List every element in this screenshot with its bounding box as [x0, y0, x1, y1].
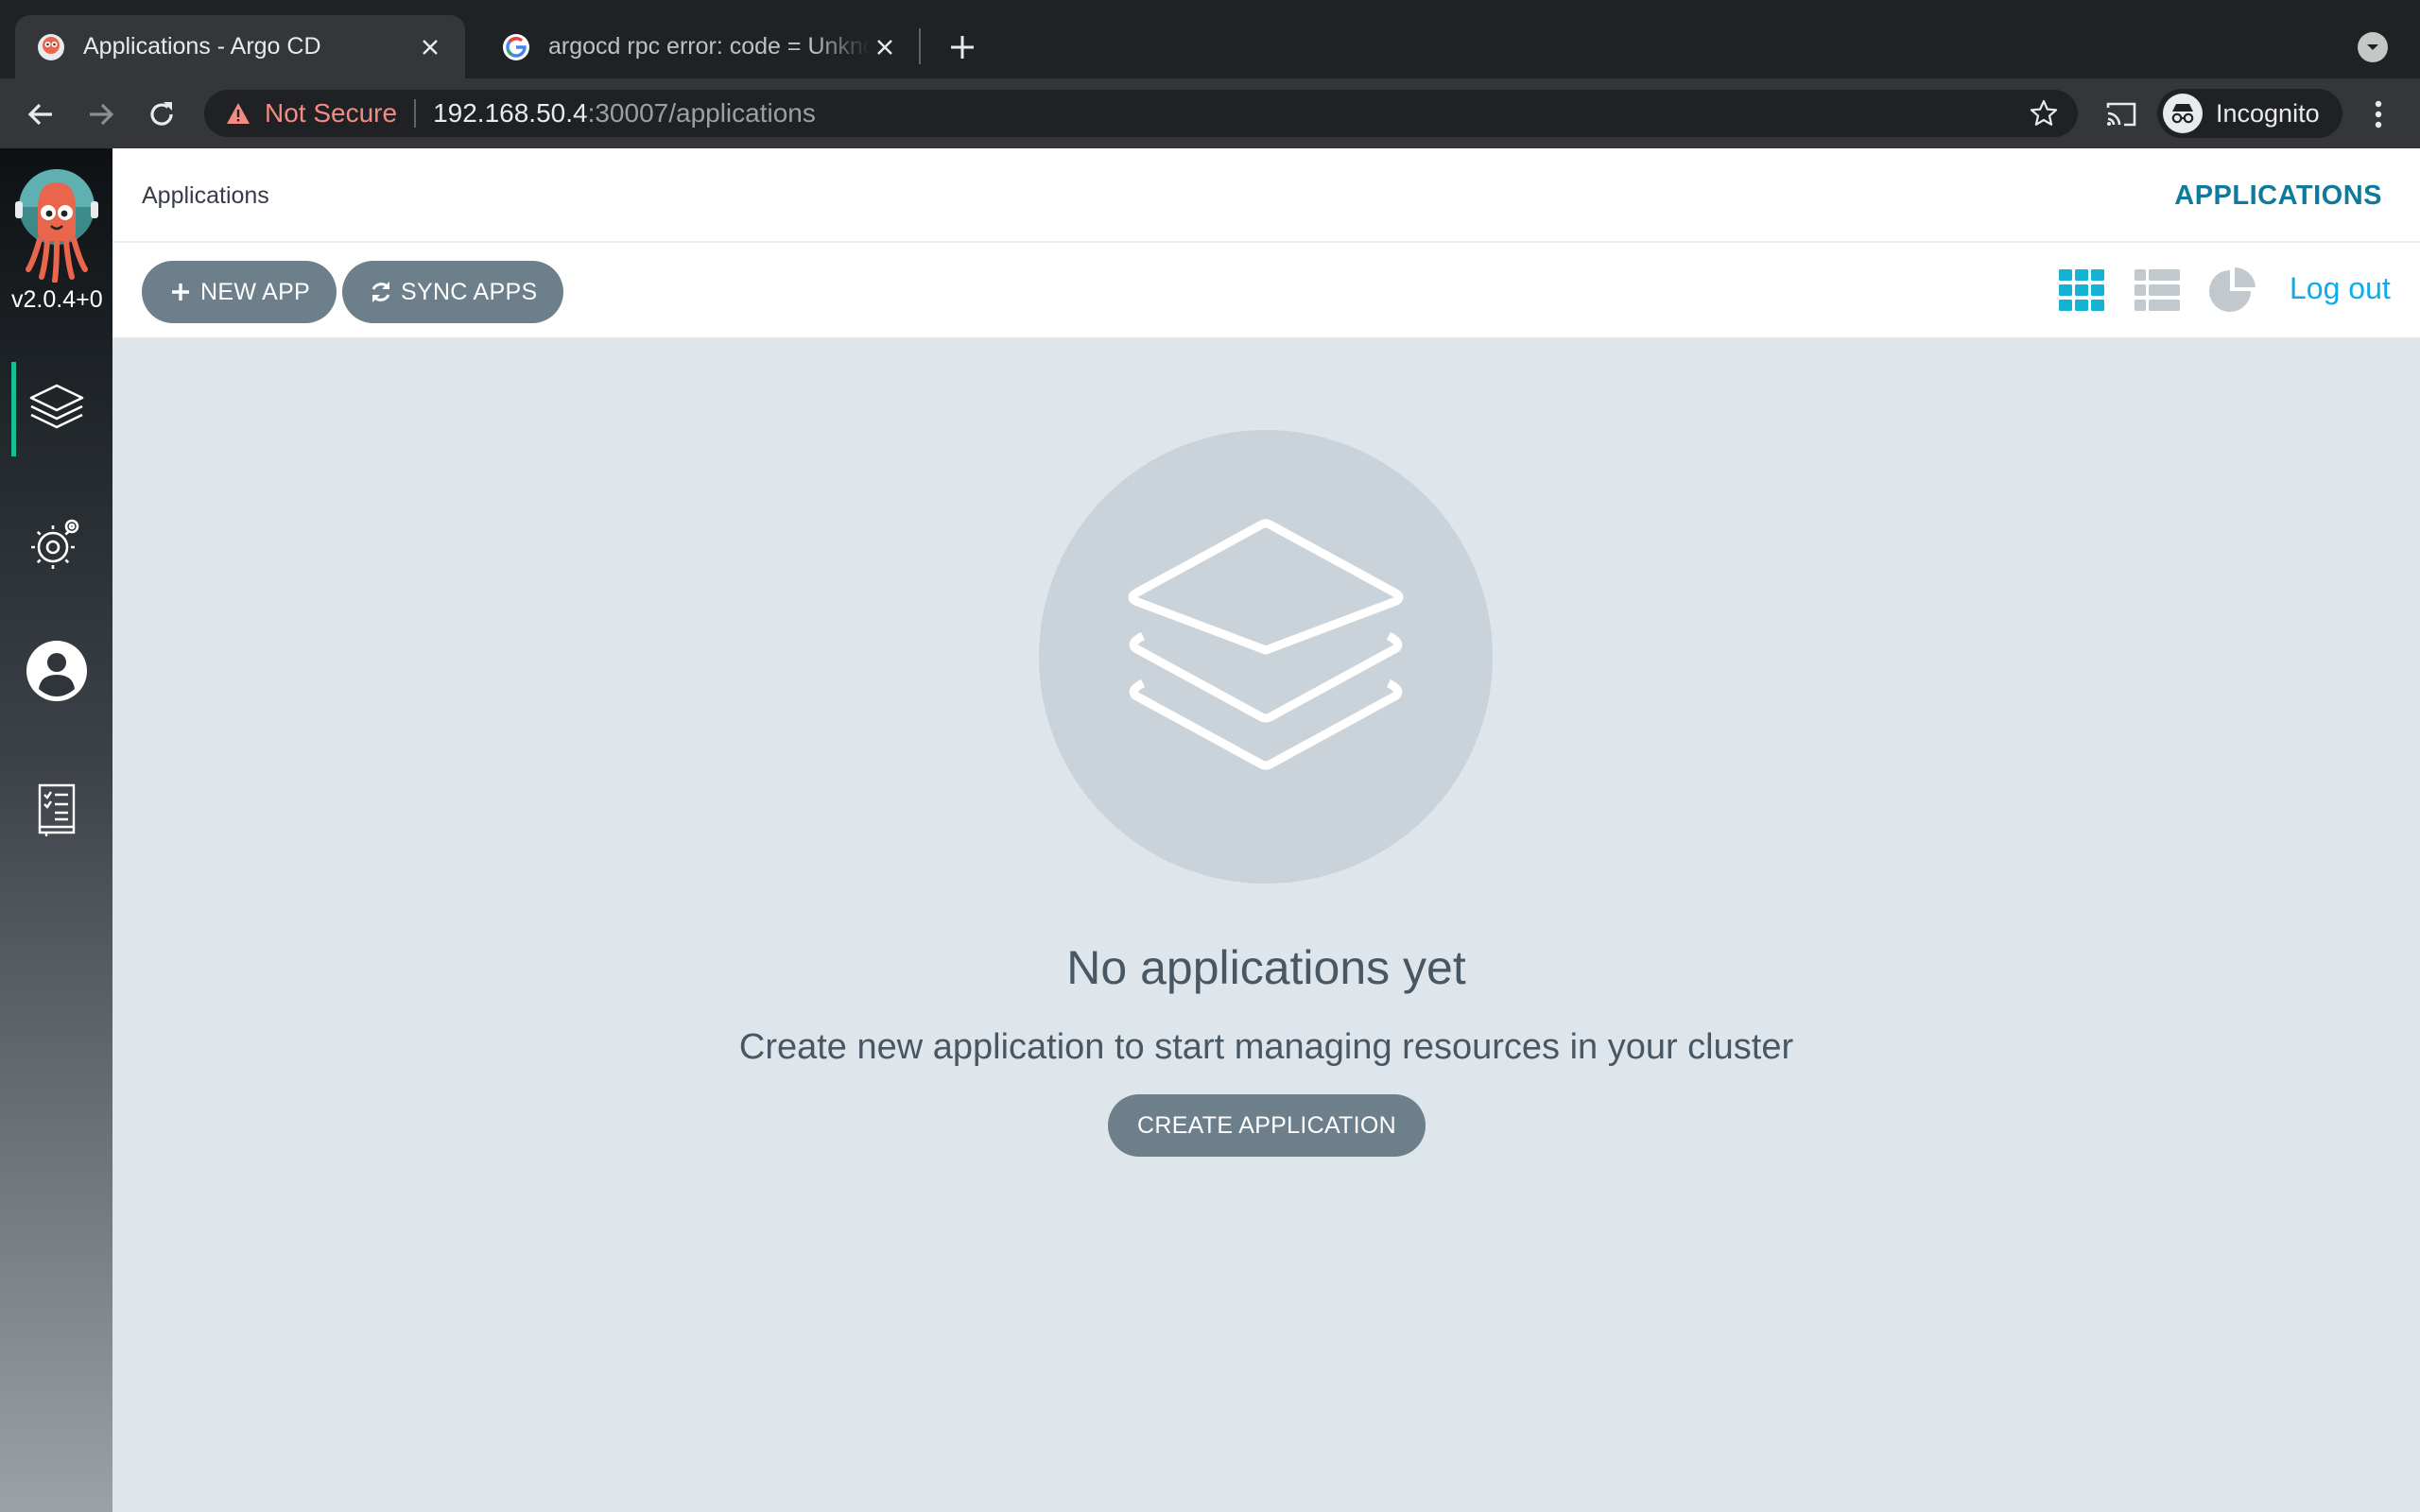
browser-menu-kebab-icon[interactable]	[2361, 95, 2395, 133]
incognito-icon	[2163, 94, 2203, 133]
sidebar-item-user-info[interactable]	[0, 626, 112, 720]
browser-tab-strip: Applications - Argo CD argocd rpc error:…	[0, 0, 2420, 78]
bookmark-star-icon[interactable]	[2029, 98, 2059, 129]
new-app-button[interactable]: NEW APP	[142, 261, 337, 323]
tab-argocd-rpc-error[interactable]: argocd rpc error: code = Unknown	[480, 15, 920, 78]
google-g-icon	[501, 32, 531, 62]
sidebar-item-documentation[interactable]	[0, 764, 112, 858]
breadcrumb[interactable]: Applications	[142, 182, 269, 210]
sync-arrows-icon	[369, 280, 393, 304]
argo-logo-icon[interactable]	[13, 165, 100, 284]
new-app-label: NEW APP	[200, 278, 311, 305]
browser-toolbar: Not Secure 192.168.50.4:30007/applicatio…	[0, 78, 2420, 148]
tiles-view-icon[interactable]	[2056, 265, 2107, 316]
tab-title: argocd rpc error: code = Unknown	[548, 33, 871, 60]
book-icon	[35, 782, 78, 841]
address-bar[interactable]: Not Secure 192.168.50.4:30007/applicatio…	[204, 90, 2078, 137]
page-title: APPLICATIONS	[2174, 180, 2382, 211]
url-host[interactable]: 192.168.50.4	[433, 98, 588, 129]
tab-argo-cd[interactable]: Applications - Argo CD	[15, 15, 465, 78]
close-tab-icon[interactable]	[871, 33, 899, 61]
gear-icon	[28, 515, 85, 576]
argo-octopus-icon	[36, 32, 66, 62]
not-secure-label[interactable]: Not Secure	[265, 98, 397, 129]
list-view-icon[interactable]	[2132, 265, 2183, 316]
warning-triangle-icon[interactable]	[225, 100, 251, 127]
sync-apps-label: SYNC APPS	[401, 278, 538, 305]
incognito-label: Incognito	[2216, 98, 2320, 128]
layers-icon	[26, 378, 87, 441]
empty-state-illustration	[1039, 430, 1493, 884]
top-bar: Applications APPLICATIONS	[112, 148, 2420, 243]
sync-apps-button[interactable]: SYNC APPS	[342, 261, 564, 323]
cast-icon[interactable]	[2102, 95, 2140, 133]
new-tab-plus-icon[interactable]	[942, 26, 983, 68]
version-label: v2.0.4+0	[11, 286, 103, 313]
empty-state: No applications yet Create new applicati…	[112, 339, 2420, 1512]
plus-icon	[168, 280, 193, 304]
forward-arrow-icon[interactable]	[81, 94, 121, 134]
tab-separator	[919, 28, 921, 64]
empty-state-title: No applications yet	[1066, 941, 1466, 994]
argocd-page: v2.0.4+0 Applications APPLICATIONS NEW A…	[0, 148, 2420, 1512]
layers-icon	[1124, 518, 1408, 797]
summary-pie-icon[interactable]	[2207, 265, 2258, 316]
action-bar: NEW APP SYNC APPS Log out	[112, 243, 2420, 339]
address-divider	[414, 99, 417, 128]
tab-search-chevron-icon[interactable]	[2358, 32, 2388, 62]
empty-state-subtitle: Create new application to start managing…	[738, 1027, 1794, 1067]
back-arrow-icon[interactable]	[21, 94, 60, 134]
logout-link[interactable]: Log out	[2290, 271, 2391, 306]
user-circle-icon	[26, 640, 88, 707]
sidebar-item-settings[interactable]	[0, 498, 112, 593]
tab-title: Applications - Argo CD	[83, 33, 321, 60]
close-tab-icon[interactable]	[416, 33, 444, 61]
reload-icon[interactable]	[142, 94, 182, 134]
url-path[interactable]: :30007/applications	[588, 98, 816, 129]
sidebar-item-applications[interactable]	[0, 362, 112, 456]
sidebar: v2.0.4+0	[0, 148, 112, 1512]
incognito-profile-button[interactable]: Incognito	[2157, 89, 2342, 138]
create-application-button[interactable]: CREATE APPLICATION	[1108, 1094, 1426, 1157]
